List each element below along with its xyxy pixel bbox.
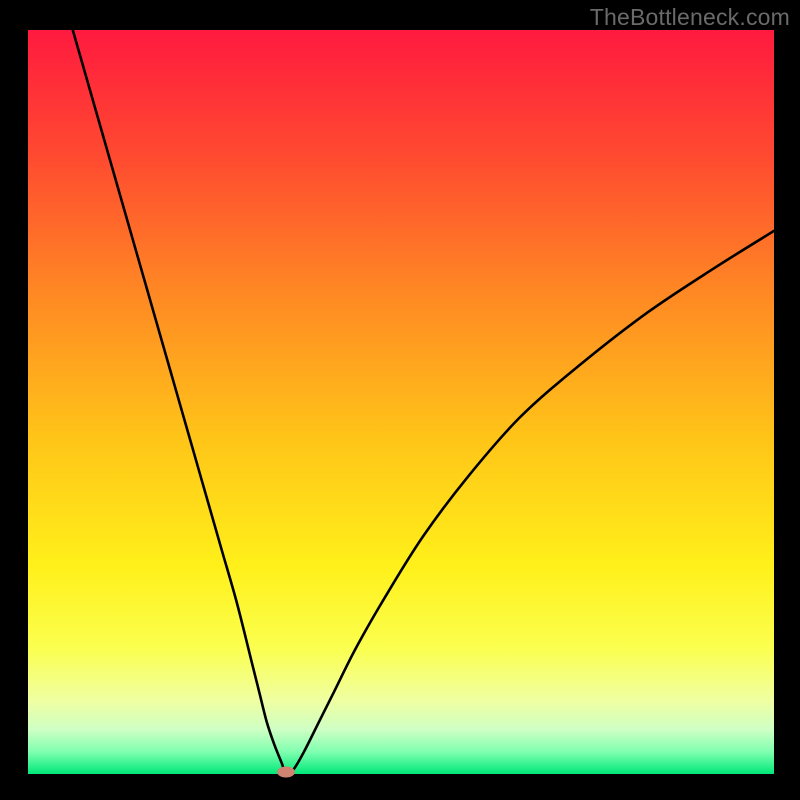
bottleneck-curve — [28, 30, 774, 774]
chart-frame: TheBottleneck.com — [0, 0, 800, 800]
watermark-text: TheBottleneck.com — [590, 4, 790, 31]
plot-area — [28, 30, 774, 774]
optimal-point-marker — [277, 766, 295, 777]
